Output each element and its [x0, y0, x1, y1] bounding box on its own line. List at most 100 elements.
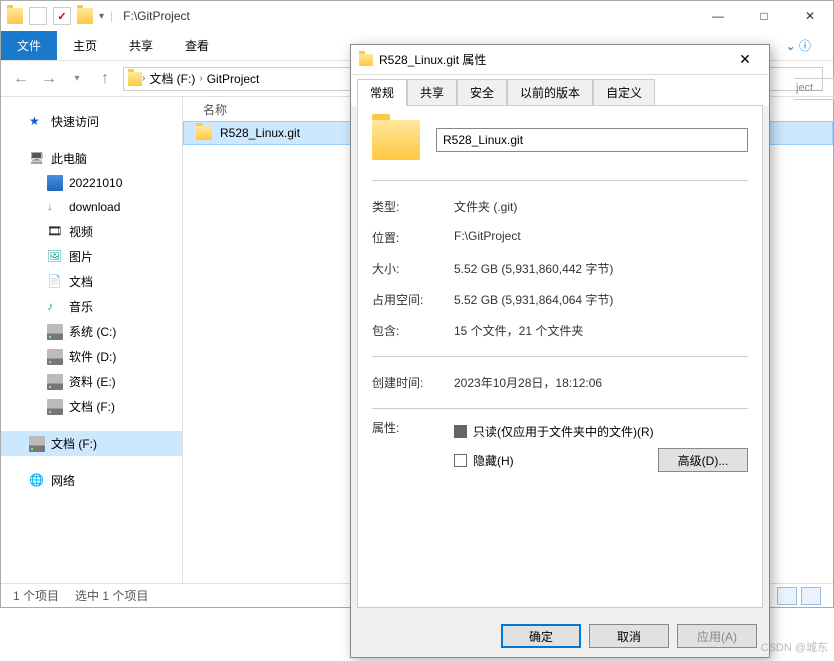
breadcrumb-seg-folder[interactable]: GitProject [203, 72, 264, 86]
tab-general[interactable]: 常规 [357, 79, 407, 106]
nav-label: 图片 [69, 248, 93, 265]
nav-label: 视频 [69, 223, 93, 240]
tab-security[interactable]: 安全 [457, 79, 507, 106]
drive-icon [47, 374, 63, 390]
minimize-button[interactable]: — [695, 1, 741, 31]
qat-dropdown[interactable]: ▾ [99, 11, 104, 22]
network-icon: 🌐 [29, 473, 45, 489]
drive-icon [47, 349, 63, 365]
nav-pane: ★ 快速访问 🖥 此电脑 20221010 ↓ download [1, 97, 183, 583]
nav-videos[interactable]: 🎞 视频 [1, 219, 182, 244]
nav-drive-f-selected[interactable]: 文档 (F:) [1, 431, 182, 456]
maximize-button[interactable]: □ [741, 1, 787, 31]
nav-label: 软件 (D:) [69, 348, 116, 365]
nav-label: 文档 (F:) [51, 435, 97, 452]
nav-music[interactable]: ♪ 音乐 [1, 294, 182, 319]
label-readonly: 只读(仅应用于文件夹中的文件)(R) [473, 423, 654, 440]
separator [372, 356, 748, 357]
nav-label: 资料 (E:) [69, 373, 116, 390]
dialog-buttons: 确定 取消 应用(A) [351, 615, 769, 657]
watermark: CSDN @城东 [761, 639, 828, 655]
dialog-tabs: 常规 共享 安全 以前的版本 自定义 [357, 75, 763, 106]
nav-drive-e[interactable]: 资料 (E:) [1, 369, 182, 394]
value-ondisk: 5.52 GB (5,931,864,064 字节) [454, 291, 748, 308]
ribbon-file[interactable]: 文件 [1, 31, 57, 60]
view-details-button[interactable] [777, 587, 797, 605]
nav-network[interactable]: 🌐 网络 [1, 468, 182, 493]
nav-label: 网络 [51, 472, 75, 489]
nav-label: download [69, 200, 120, 214]
tab-previous-versions[interactable]: 以前的版本 [507, 79, 593, 106]
nav-desktop[interactable]: 20221010 [1, 171, 182, 195]
nav-drive-c[interactable]: 系统 (C:) [1, 319, 182, 344]
properties-dialog: R528_Linux.git 属性 ✕ 常规 共享 安全 以前的版本 自定义 类… [350, 44, 770, 658]
qat-new-folder[interactable] [77, 8, 93, 24]
app-icon [7, 8, 23, 24]
dialog-titlebar[interactable]: R528_Linux.git 属性 ✕ [351, 45, 769, 75]
dialog-title-text: R528_Linux.git 属性 [379, 51, 486, 68]
tab-custom[interactable]: 自定义 [593, 79, 655, 106]
nav-documents[interactable]: 📄 文档 [1, 269, 182, 294]
star-icon: ★ [29, 114, 45, 130]
value-contains: 15 个文件，21 个文件夹 [454, 322, 748, 339]
nav-label: 文档 [69, 273, 93, 290]
value-created: 2023年10月28日，18:12:06 [454, 374, 748, 391]
nav-forward[interactable]: → [39, 70, 59, 88]
ok-button[interactable]: 确定 [501, 624, 581, 648]
cancel-button[interactable]: 取消 [589, 624, 669, 648]
nav-quick-access[interactable]: ★ 快速访问 [1, 109, 182, 134]
nav-pictures[interactable]: 🖼 图片 [1, 244, 182, 269]
value-type: 文件夹 (.git) [454, 198, 748, 215]
search-partial[interactable]: ject... [794, 78, 834, 100]
name-input[interactable] [436, 128, 748, 152]
qat-sep: | [110, 9, 113, 23]
music-icon: ♪ [47, 299, 63, 315]
view-large-button[interactable] [801, 587, 821, 605]
label-ondisk: 占用空间: [372, 291, 454, 308]
checkbox-readonly[interactable] [454, 425, 467, 438]
ribbon-expand-icon[interactable]: ⌄ ⓘ [770, 31, 827, 60]
tab-share[interactable]: 共享 [407, 79, 457, 106]
label-type: 类型: [372, 198, 454, 215]
drive-icon [47, 324, 63, 340]
ribbon-share[interactable]: 共享 [113, 31, 169, 60]
titlebar[interactable]: ▾ | F:\GitProject — □ ✕ [1, 1, 833, 31]
dialog-body: 类型: 文件夹 (.git) 位置: F:\GitProject 大小: 5.5… [357, 105, 763, 608]
ribbon-home[interactable]: 主页 [57, 31, 113, 60]
drive-icon [29, 436, 45, 452]
file-name: R528_Linux.git [220, 126, 300, 140]
nav-history-dropdown[interactable]: ▾ [67, 73, 87, 84]
folder-large-icon [372, 120, 420, 160]
nav-up[interactable]: ↑ [95, 70, 115, 88]
folder-icon [359, 54, 373, 66]
folder-icon [196, 126, 212, 140]
label-created: 创建时间: [372, 374, 454, 391]
label-size: 大小: [372, 260, 454, 277]
status-selected-count: 选中 1 个项目 [75, 587, 148, 604]
breadcrumb-seg-drive[interactable]: 文档 (F:) [145, 70, 199, 87]
nav-downloads[interactable]: ↓ download [1, 195, 182, 219]
nav-drive-d[interactable]: 软件 (D:) [1, 344, 182, 369]
nav-label: 20221010 [69, 176, 122, 190]
pc-icon: 🖥 [29, 151, 45, 167]
download-icon: ↓ [47, 199, 63, 215]
window-title: F:\GitProject [123, 9, 190, 23]
dialog-close-button[interactable]: ✕ [729, 51, 761, 68]
advanced-button[interactable]: 高级(D)... [658, 448, 748, 472]
apply-button[interactable]: 应用(A) [677, 624, 757, 648]
qat-properties[interactable] [29, 7, 47, 25]
separator [372, 408, 748, 409]
status-item-count: 1 个项目 [13, 587, 59, 604]
qat-checked[interactable] [53, 7, 71, 25]
value-size: 5.52 GB (5,931,860,442 字节) [454, 260, 748, 277]
close-button[interactable]: ✕ [787, 1, 833, 31]
nav-drive-f[interactable]: 文档 (F:) [1, 394, 182, 419]
checkbox-hidden[interactable] [454, 454, 467, 467]
picture-icon: 🖼 [47, 249, 63, 265]
nav-back[interactable]: ← [11, 70, 31, 88]
ribbon-view[interactable]: 查看 [169, 31, 225, 60]
nav-label: 音乐 [69, 298, 93, 315]
label-attrs: 属性: [372, 419, 454, 476]
separator [372, 180, 748, 181]
nav-this-pc[interactable]: 🖥 此电脑 [1, 146, 182, 171]
